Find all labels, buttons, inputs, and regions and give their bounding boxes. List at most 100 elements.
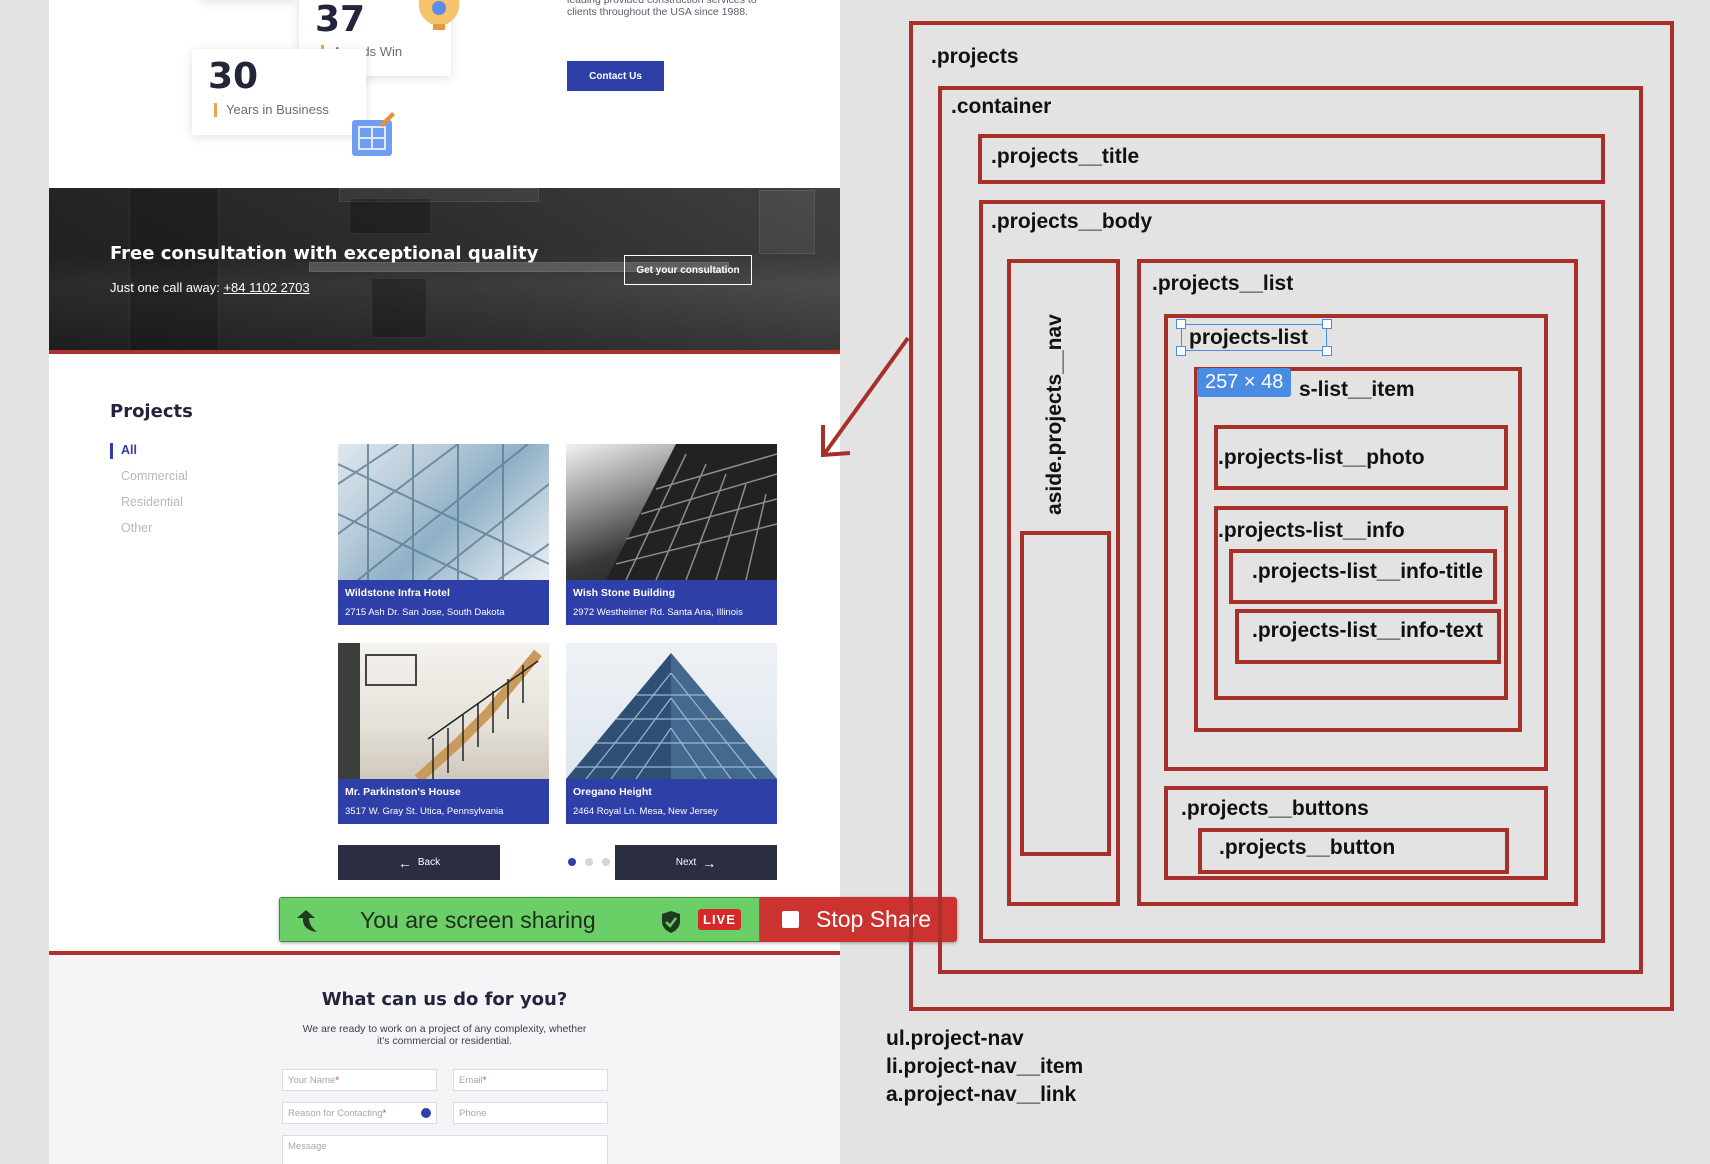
bg-oven	[371, 278, 427, 338]
pagination-dot[interactable]	[602, 858, 610, 866]
banner-subtitle-prefix: Just one call away:	[110, 280, 224, 295]
project-card[interactable]: Oregano Height 2464 Royal Ln. Mesa, New …	[566, 643, 777, 824]
project-card[interactable]: Wildstone Infra Hotel 2715 Ash Dr. San J…	[338, 444, 549, 625]
facade-pattern	[338, 444, 549, 580]
project-info: Wish Stone Building 2972 Westheimer Rd. …	[566, 580, 777, 625]
name-placeholder: Your Name	[288, 1075, 336, 1086]
resize-handle[interactable]	[1322, 346, 1332, 356]
label-info-text: .projects-list__info-text	[1252, 619, 1484, 642]
back-button[interactable]: ← Back	[338, 845, 500, 880]
stat-card-years: 30 Years in Business	[192, 49, 366, 135]
email-field[interactable]: Email*	[453, 1069, 608, 1091]
project-nav-item-residential[interactable]: Residential	[110, 495, 188, 521]
label-info-title: .projects-list__info-title	[1252, 560, 1484, 583]
form-description: We are ready to work on a project of any…	[302, 1023, 587, 1047]
required-mark: *	[335, 1075, 339, 1086]
message-field[interactable]: Message	[282, 1135, 608, 1164]
project-info-title: Oregano Height	[573, 786, 652, 798]
arrow-left-icon: ←	[397, 854, 412, 871]
contact-form-section: What can us do for you? We are ready to …	[49, 955, 840, 1164]
banner-title: Free consultation with exceptional quali…	[110, 243, 539, 264]
box-nav-list	[1020, 531, 1111, 856]
screen-share-text: You are screen sharing	[360, 907, 596, 933]
bg-fridge	[129, 188, 219, 350]
arrow-right-icon: →	[702, 854, 717, 871]
project-nav-item-commercial[interactable]: Commercial	[110, 469, 188, 495]
phone-link[interactable]: +84 1102 2703	[223, 280, 309, 295]
project-nav: All Commercial Residential Other	[110, 443, 188, 547]
selection-outline	[1181, 324, 1327, 351]
bg-frame	[759, 190, 815, 254]
resize-handle[interactable]	[1176, 346, 1186, 356]
project-card[interactable]: Wish Stone Building 2972 Westheimer Rd. …	[566, 444, 777, 625]
dropdown-icon	[421, 1108, 431, 1118]
screen-share-status: You are screen sharing LIVE	[279, 897, 760, 942]
stat-number: 30	[208, 56, 259, 97]
bg-microwave	[349, 198, 431, 234]
reason-select[interactable]: Reason for Contacting*	[282, 1102, 437, 1124]
shield-check-icon	[662, 911, 680, 933]
resize-handle[interactable]	[1176, 319, 1186, 329]
project-photo-staircase	[338, 643, 549, 779]
name-field[interactable]: Your Name*	[282, 1069, 437, 1091]
label-photo: .projects-list__photo	[1218, 446, 1425, 469]
next-button[interactable]: Next →	[615, 845, 777, 880]
project-photo-tower	[566, 444, 777, 580]
project-card[interactable]: Mr. Parkinston's House 3517 W. Gray St. …	[338, 643, 549, 824]
project-photo-glass-facade	[338, 444, 549, 580]
email-placeholder: Email	[459, 1075, 483, 1086]
get-consultation-button[interactable]: Get your consultation	[624, 255, 752, 285]
label-info: .projects-list__info	[1218, 519, 1405, 542]
project-info-title: Mr. Parkinston's House	[345, 786, 461, 798]
project-nav-item-all[interactable]: All	[110, 443, 188, 459]
label-buttons: .projects__buttons	[1181, 797, 1369, 820]
live-badge: LIVE	[698, 909, 741, 930]
label-projects-body: .projects__body	[991, 210, 1153, 233]
back-button-label: Back	[417, 857, 441, 868]
message-placeholder: Message	[288, 1141, 327, 1152]
project-info: Wildstone Infra Hotel 2715 Ash Dr. San J…	[338, 580, 549, 625]
share-arrow-icon	[297, 910, 317, 932]
screen-share-bar: You are screen sharing LIVE Stop Share	[279, 897, 957, 942]
tower-pattern	[606, 444, 777, 580]
stat-label: Years in Business	[214, 103, 329, 117]
next-button-label: Next	[675, 857, 697, 868]
reason-placeholder: Reason for Contacting	[288, 1108, 383, 1119]
legend-line: ul.project-nav	[886, 1027, 1024, 1050]
size-tag: 257 × 48	[1197, 368, 1292, 397]
legend-line: a.project-nav__link	[886, 1083, 1077, 1106]
website-preview: 37 Awards Win 30 Years in Business leadi…	[49, 0, 840, 1164]
stop-icon	[782, 911, 799, 928]
projects-title: Projects	[110, 401, 193, 422]
required-mark: *	[382, 1108, 387, 1119]
resize-handle[interactable]	[1322, 319, 1332, 329]
stat-number: 37	[315, 0, 366, 40]
project-info-title: Wish Stone Building	[573, 587, 675, 599]
about-text: leading provided construction services t…	[567, 0, 757, 18]
contact-us-button[interactable]: Contact Us	[567, 61, 664, 91]
required-mark: *	[482, 1075, 487, 1086]
phone-field[interactable]: Phone	[453, 1102, 608, 1124]
trophy-icon	[418, 0, 460, 30]
label-projects-list: .projects__list	[1152, 272, 1294, 295]
label-projects: .projects	[931, 45, 1019, 68]
project-info-title: Wildstone Infra Hotel	[345, 587, 450, 599]
annotation-arrow	[821, 336, 910, 458]
label-container: .container	[951, 95, 1052, 118]
label-button: .projects__button	[1219, 836, 1396, 859]
project-info: Oregano Height 2464 Royal Ln. Mesa, New …	[566, 779, 777, 824]
project-info-text: 2464 Royal Ln. Mesa, New Jersey	[573, 806, 718, 817]
label-list-item: s-list__item	[1299, 378, 1415, 401]
project-info: Mr. Parkinston's House 3517 W. Gray St. …	[338, 779, 549, 824]
phone-placeholder: Phone	[459, 1108, 487, 1119]
project-info-text: 2715 Ash Dr. San Jose, South Dakota	[345, 607, 505, 618]
banner-subtitle: Just one call away: +84 1102 2703	[110, 280, 310, 295]
consultation-banner: Free consultation with exceptional quali…	[49, 188, 840, 354]
form-title: What can us do for you?	[321, 989, 568, 1010]
pagination-dot[interactable]	[568, 858, 576, 866]
skyscraper-pattern	[566, 653, 777, 779]
pagination-dot[interactable]	[585, 858, 593, 866]
project-info-text: 3517 W. Gray St. Utica, Pennsylvania	[345, 806, 504, 817]
label-projects-title: .projects__title	[991, 145, 1140, 168]
project-nav-item-other[interactable]: Other	[110, 521, 188, 547]
